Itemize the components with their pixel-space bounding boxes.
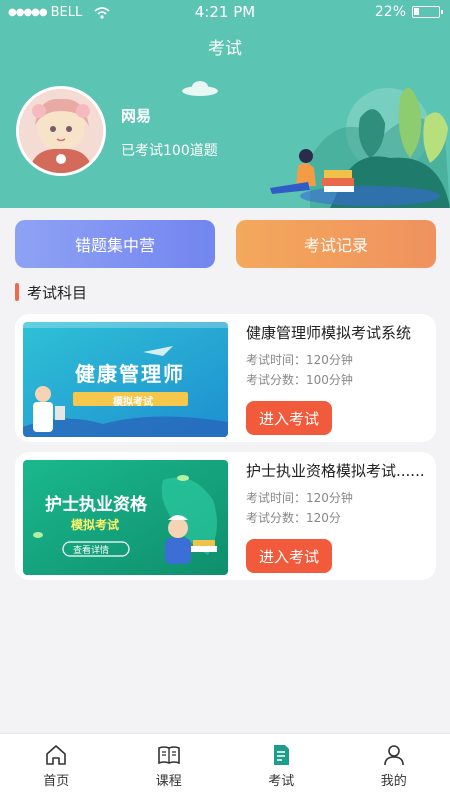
thumbnail-title: 健康管理师 xyxy=(75,362,185,386)
reading-illustration-icon xyxy=(270,87,450,208)
exam-score: 考试分数：100分钟 xyxy=(246,373,353,387)
exam-score: 考试分数：120分 xyxy=(246,511,341,525)
battery-percent: 22% xyxy=(374,4,406,20)
tab-exam[interactable]: 考试 xyxy=(225,734,338,800)
book-icon xyxy=(157,746,180,765)
page-title: 考试 xyxy=(208,39,242,59)
exam-count: 已考试100道题 xyxy=(121,143,218,159)
thumbnail-title: 护士执业资格 xyxy=(45,495,147,515)
wrong-questions-button[interactable]: 错题集中营 xyxy=(15,220,215,268)
user-icon xyxy=(383,745,404,766)
enter-exam-button[interactable]: 进入考试 xyxy=(246,401,332,435)
enter-exam-button[interactable]: 进入考试 xyxy=(246,539,332,573)
tab-bar: 首页 课程 考试 我的 xyxy=(0,733,450,800)
exam-card[interactable]: 健康管理师 模拟考试 健康管理师模拟考试系统 考试时间：120分钟 考试分数：1… xyxy=(15,314,436,442)
battery-icon xyxy=(412,6,443,18)
exam-card[interactable]: 护士执业资格 模拟考试 查看详情 护士执业资格模拟考试...... 考试时间：1… xyxy=(15,452,436,580)
cloud-icon xyxy=(182,81,218,96)
tab-label: 考试 xyxy=(268,774,295,789)
exam-thumbnail: 健康管理师 模拟考试 xyxy=(23,322,228,437)
tab-label: 课程 xyxy=(155,774,182,789)
exam-thumbnail: 护士执业资格 模拟考试 查看详情 xyxy=(23,460,228,575)
header: ●●●●● BELL 4:21 PM 22% 考试 网易 已考试100道题 xyxy=(0,0,450,208)
tab-course[interactable]: 课程 xyxy=(113,734,226,800)
exam-title: 护士执业资格模拟考试...... xyxy=(246,462,425,480)
section-accent-bar xyxy=(15,283,19,301)
section-title: 考试科目 xyxy=(27,283,88,302)
tab-mine[interactable]: 我的 xyxy=(338,734,450,800)
tab-home[interactable]: 首页 xyxy=(0,734,113,800)
status-bar: ●●●●● BELL 4:21 PM 22% xyxy=(0,0,450,26)
exam-duration: 考试时间：120分钟 xyxy=(246,491,353,505)
exam-duration: 考试时间：120分钟 xyxy=(246,353,353,367)
exam-title: 健康管理师模拟考试系统 xyxy=(246,324,412,342)
section-header: 考试科目 xyxy=(15,282,87,302)
tab-label: 首页 xyxy=(43,774,70,789)
home-icon xyxy=(46,745,67,765)
thumbnail-details-button: 查看详情 xyxy=(73,546,110,556)
thumbnail-subtitle: 模拟考试 xyxy=(113,397,153,408)
exam-records-button[interactable]: 考试记录 xyxy=(236,220,436,268)
exam-icon xyxy=(274,745,290,765)
tab-label: 我的 xyxy=(380,774,407,789)
thumbnail-subtitle: 模拟考试 xyxy=(71,518,120,532)
username: 网易 xyxy=(121,107,152,125)
avatar[interactable] xyxy=(16,86,106,176)
